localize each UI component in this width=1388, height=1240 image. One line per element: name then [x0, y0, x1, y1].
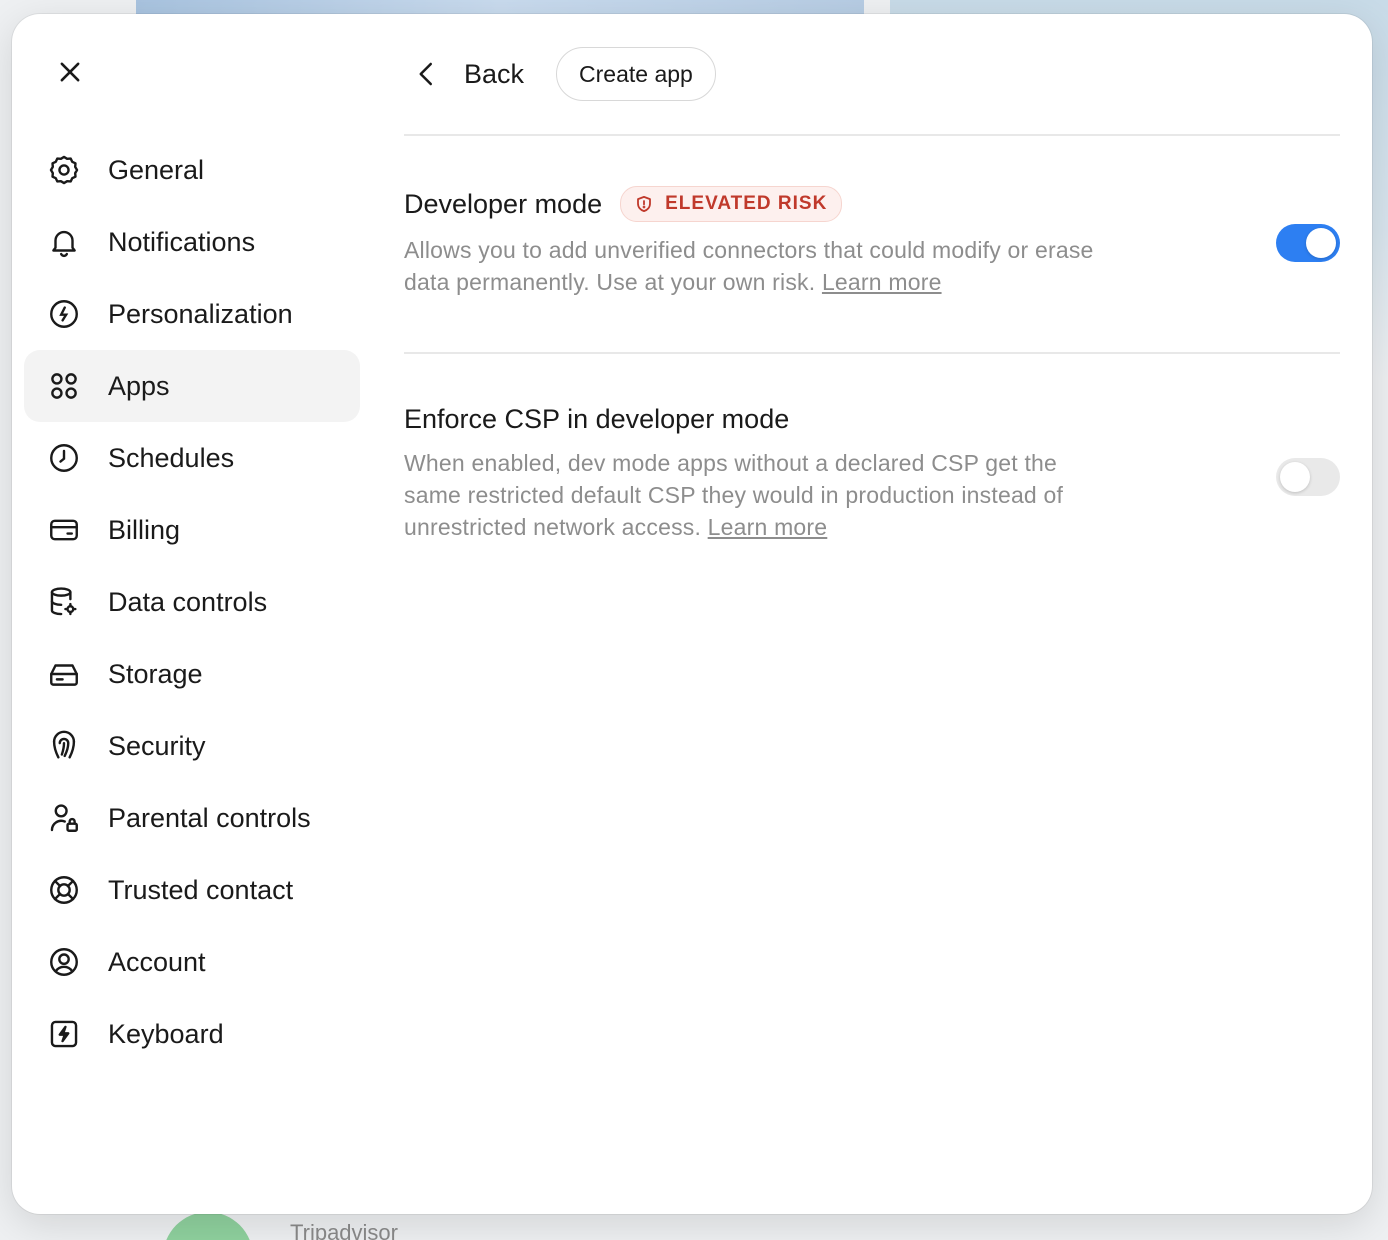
keyboard-bolt-icon — [46, 1016, 82, 1052]
setting-title: Enforce CSP in developer mode — [404, 404, 790, 434]
settings-main: Back Create app Developer mode ELEVATED … — [404, 14, 1340, 1214]
back-label: Back — [464, 58, 525, 89]
sidebar-item-data-controls[interactable]: Data controls — [24, 566, 360, 638]
sidebar-item-label: Data controls — [108, 586, 268, 617]
lifebuoy-icon — [46, 872, 82, 908]
background-app-avatar — [163, 1212, 253, 1240]
sidebar-item-keyboard[interactable]: Keyboard — [24, 998, 360, 1070]
setting-description: When enabled, dev mode apps without a de… — [404, 447, 1094, 543]
fingerprint-icon — [46, 728, 82, 764]
sidebar-item-trusted-contact[interactable]: Trusted contact — [24, 854, 360, 926]
toggle-knob — [1306, 228, 1336, 258]
sidebar-item-schedules[interactable]: Schedules — [24, 422, 360, 494]
elevated-risk-badge: ELEVATED RISK — [620, 186, 843, 222]
sidebar-item-parental-controls[interactable]: Parental controls — [24, 782, 360, 854]
settings-divider — [404, 352, 1340, 354]
developer-mode-setting: Developer mode ELEVATED RISK Allows you … — [404, 186, 1340, 298]
apps-grid-icon — [46, 368, 82, 404]
settings-sidebar: General Notifications Personalization Ap… — [24, 134, 360, 1070]
personalization-icon — [46, 296, 82, 332]
user-circle-icon — [46, 944, 82, 980]
chevron-left-icon — [419, 62, 432, 86]
sidebar-item-personalization[interactable]: Personalization — [24, 278, 360, 350]
close-button[interactable] — [50, 52, 90, 92]
sidebar-item-label: Apps — [108, 370, 170, 401]
close-icon — [60, 62, 80, 82]
sidebar-item-label: Trusted contact — [108, 874, 294, 905]
sidebar-item-security[interactable]: Security — [24, 710, 360, 782]
sidebar-item-label: Billing — [108, 514, 181, 545]
background-app-banner — [136, 0, 864, 14]
back-button[interactable]: Back — [404, 46, 538, 102]
developer-mode-toggle[interactable] — [1276, 224, 1340, 262]
detail-header: Back Create app — [404, 46, 1340, 102]
database-gear-icon — [46, 584, 82, 620]
sidebar-item-billing[interactable]: Billing — [24, 494, 360, 566]
sidebar-item-account[interactable]: Account — [24, 926, 360, 998]
create-app-button[interactable]: Create app — [556, 47, 716, 101]
enforce-csp-setting: Enforce CSP in developer mode When enabl… — [404, 404, 1340, 543]
sidebar-item-general[interactable]: General — [24, 134, 360, 206]
background-app-label: Tripadvisor — [290, 1220, 398, 1240]
sidebar-item-notifications[interactable]: Notifications — [24, 206, 360, 278]
bell-icon — [46, 224, 82, 260]
hard-drive-icon — [46, 656, 82, 692]
enforce-csp-toggle[interactable] — [1276, 458, 1340, 496]
learn-more-link[interactable]: Learn more — [708, 514, 828, 540]
sidebar-item-label: Keyboard — [108, 1018, 224, 1049]
sidebar-item-label: Storage — [108, 658, 203, 689]
gear-icon — [46, 152, 82, 188]
sidebar-item-label: Notifications — [108, 226, 256, 257]
toggle-knob — [1280, 462, 1310, 492]
shield-alert-icon — [637, 195, 652, 213]
setting-description: Allows you to add unverified connectors … — [404, 234, 1094, 298]
sidebar-item-storage[interactable]: Storage — [24, 638, 360, 710]
learn-more-link[interactable]: Learn more — [822, 269, 942, 295]
credit-card-icon — [46, 512, 82, 548]
header-divider — [404, 134, 1340, 136]
sidebar-item-label: Security — [108, 730, 206, 761]
description-text: Allows you to add unverified connectors … — [404, 237, 1094, 295]
sidebar-item-apps[interactable]: Apps — [24, 350, 360, 422]
sidebar-item-label: Personalization — [108, 298, 293, 329]
sidebar-item-label: Account — [108, 946, 206, 977]
setting-title: Developer mode — [404, 188, 603, 219]
badge-label: ELEVATED RISK — [665, 193, 828, 214]
settings-modal: General Notifications Personalization Ap… — [12, 14, 1372, 1214]
user-lock-icon — [46, 800, 82, 836]
sidebar-item-label: General — [108, 154, 205, 185]
clock-icon — [46, 440, 82, 476]
sidebar-item-label: Schedules — [108, 442, 235, 473]
sidebar-item-label: Parental controls — [108, 802, 311, 833]
